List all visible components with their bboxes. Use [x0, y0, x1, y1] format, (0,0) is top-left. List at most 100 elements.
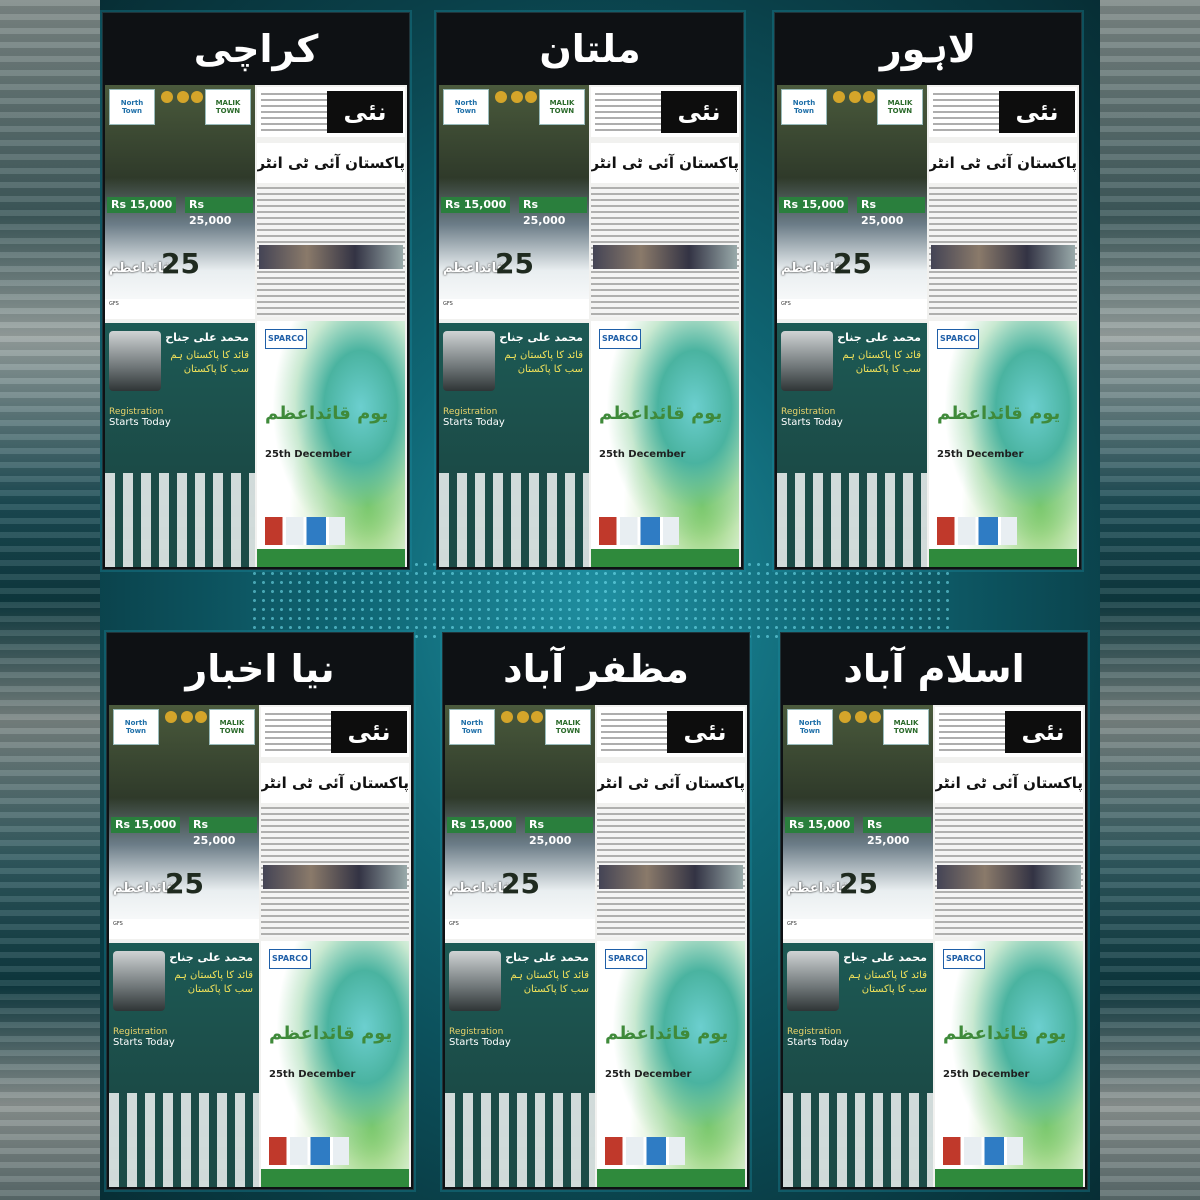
ad-column: North Town MALIK TOWN Rs 15,000 Rs 25,00…: [777, 85, 927, 567]
masthead: نئی بات: [257, 87, 405, 168]
paint-cans: [269, 1137, 349, 1165]
number-25: 25: [501, 867, 540, 900]
jinnah-name: محمد علی جناح: [505, 951, 589, 964]
price-badge: Rs 15,000: [111, 817, 181, 833]
news-photo: [593, 245, 737, 269]
panel-muzaffarabad[interactable]: مظفر آباد North Town MALIK TOWN Rs 15,00…: [442, 632, 750, 1190]
expo-tagline: قائد کا پاکستان ہم سب کا پاکستان: [848, 970, 927, 995]
ad-column: North Town MALIK TOWN Rs 15,000 Rs 25,00…: [439, 85, 589, 567]
registration-text: Registration Starts Today: [443, 407, 505, 428]
seal-icon: [495, 91, 507, 103]
expo-tagline: قائد کا پاکستان ہم سب کا پاکستان: [174, 970, 253, 995]
seal-icon: [191, 91, 203, 103]
sponsor-logos: [445, 1093, 595, 1187]
malik-town-logo: MALIK TOWN: [883, 709, 929, 745]
jinnah-name: محمد علی جناح: [499, 331, 583, 344]
seal-icon: [855, 711, 867, 723]
jinnah-portrait: [787, 951, 839, 1011]
masthead-text: [265, 713, 331, 751]
panel-islamabad[interactable]: اسلام آباد North Town MALIK TOWN Rs 15,0…: [780, 632, 1088, 1190]
north-town-logo: North Town: [787, 709, 833, 745]
contact-strip: GFS: [783, 919, 933, 939]
registration-line2: Starts Today: [113, 1037, 175, 1048]
seal-icon: [863, 91, 875, 103]
panel-city-title: نیا اخبار: [185, 647, 335, 691]
newspaper-page: North Town MALIK TOWN Rs 15,000 Rs 25,00…: [439, 85, 741, 567]
price-badge: Rs 15,000: [441, 197, 511, 213]
expo-tagline: قائد کا پاکستان ہم سب کا پاکستان: [170, 350, 249, 375]
expo-ad: محمد علی جناح قائد کا پاکستان ہم سب کا پ…: [439, 323, 589, 567]
panel-city-title: کراچی: [193, 27, 319, 71]
panel-karachi[interactable]: کراچی North Town MALIK TOWN Rs 15,000 Rs…: [102, 12, 410, 570]
seal-icon: [833, 91, 845, 103]
panel-multan[interactable]: ملتان North Town MALIK TOWN Rs 15,000 Rs…: [436, 12, 744, 570]
seal-icon: [869, 711, 881, 723]
ad-footer: [929, 549, 1077, 567]
registration-line2: Starts Today: [443, 417, 505, 428]
newspaper-page: North Town MALIK TOWN Rs 15,000 Rs 25,00…: [445, 705, 747, 1187]
sponsor-logos: [777, 473, 927, 567]
date-text: 25th December: [937, 449, 1024, 460]
newspaper-page: North Town MALIK TOWN Rs 15,000 Rs 25,00…: [109, 705, 411, 1187]
number-25: 25: [161, 247, 200, 280]
north-town-logo: North Town: [443, 89, 489, 125]
masthead-text: [933, 93, 999, 131]
news-photo: [937, 865, 1081, 889]
news-photo: [263, 865, 407, 889]
jinnah-name: محمد علی جناح: [843, 951, 927, 964]
paint-ad: SPARCO یوم قائداعظم 25th December: [935, 941, 1083, 1187]
news-column: نئی بات پاکستان آئی ٹی انٹرپرائزز کی کار…: [595, 705, 747, 1187]
property-ad: North Town MALIK TOWN Rs 15,000 Rs 25,00…: [783, 705, 933, 939]
registration-line1: Registration: [787, 1027, 842, 1037]
youm-title: یوم قائداعظم: [943, 1023, 1067, 1044]
property-ad: North Town MALIK TOWN Rs 15,000 Rs 25,00…: [105, 85, 255, 319]
date-text: 25th December: [265, 449, 352, 460]
nai-baat-logo: نئی بات: [661, 91, 737, 168]
panel-city-title: اسلام آباد: [843, 647, 1025, 691]
main-headline: پاکستان آئی ٹی انٹرپرائزز کی کارروائی شر…: [591, 143, 739, 183]
masthead-text: [595, 93, 661, 131]
contact-strip: GFS: [777, 299, 927, 319]
seal-icon: [195, 711, 207, 723]
property-ad: North Town MALIK TOWN Rs 15,000 Rs 25,00…: [445, 705, 595, 939]
price-badge: Rs 15,000: [785, 817, 855, 833]
paint-cans: [265, 517, 345, 545]
ad-footer: [935, 1169, 1083, 1187]
number-25: 25: [839, 867, 878, 900]
masthead-text: [261, 93, 327, 131]
expo-ad: محمد علی جناح قائد کا پاکستان ہم سب کا پ…: [445, 943, 595, 1187]
price-badge: Rs 15,000: [779, 197, 849, 213]
news-photo: [931, 245, 1075, 269]
registration-text: Registration Starts Today: [449, 1027, 511, 1048]
news-column: نئی بات پاکستان آئی ٹی انٹرپرائزز کی کار…: [255, 85, 407, 567]
ad-column: North Town MALIK TOWN Rs 15,000 Rs 25,00…: [783, 705, 933, 1187]
price-badge: Rs 25,000: [857, 197, 925, 227]
price-badge: Rs 15,000: [107, 197, 177, 213]
ad-footer: [257, 549, 405, 567]
seal-icon: [517, 711, 529, 723]
sponsor-logos: [783, 1093, 933, 1187]
jinnah-portrait: [781, 331, 833, 391]
date-text: 25th December: [943, 1069, 1030, 1080]
sponsor-logos: [105, 473, 255, 567]
youm-title: یوم قائداعظم: [605, 1023, 729, 1044]
seal-icon: [181, 711, 193, 723]
registration-line2: Starts Today: [449, 1037, 511, 1048]
left-blurred-backdrop: [0, 0, 100, 1200]
north-town-logo: North Town: [781, 89, 827, 125]
registration-line2: Starts Today: [787, 1037, 849, 1048]
masthead: نئی بات: [591, 87, 739, 168]
contact-strip: GFS: [439, 299, 589, 319]
price-row: Rs 15,000 Rs 25,000: [111, 817, 257, 847]
paint-cans: [599, 517, 679, 545]
sparco-logo: SPARCO: [265, 329, 307, 349]
jinnah-name: محمد علی جناح: [837, 331, 921, 344]
nai-baat-logo: نئی بات: [327, 91, 403, 168]
jinnah-name: محمد علی جناح: [169, 951, 253, 964]
news-photo: [259, 245, 403, 269]
panel-city-title: لاہور: [879, 27, 977, 71]
price-badge: Rs 25,000: [189, 817, 257, 847]
panel-lahore[interactable]: لاہور North Town MALIK TOWN Rs 15,000 Rs…: [774, 12, 1082, 570]
panel-naya-akhbar[interactable]: نیا اخبار North Town MALIK TOWN Rs 15,00…: [106, 632, 414, 1190]
jinnah-portrait: [109, 331, 161, 391]
